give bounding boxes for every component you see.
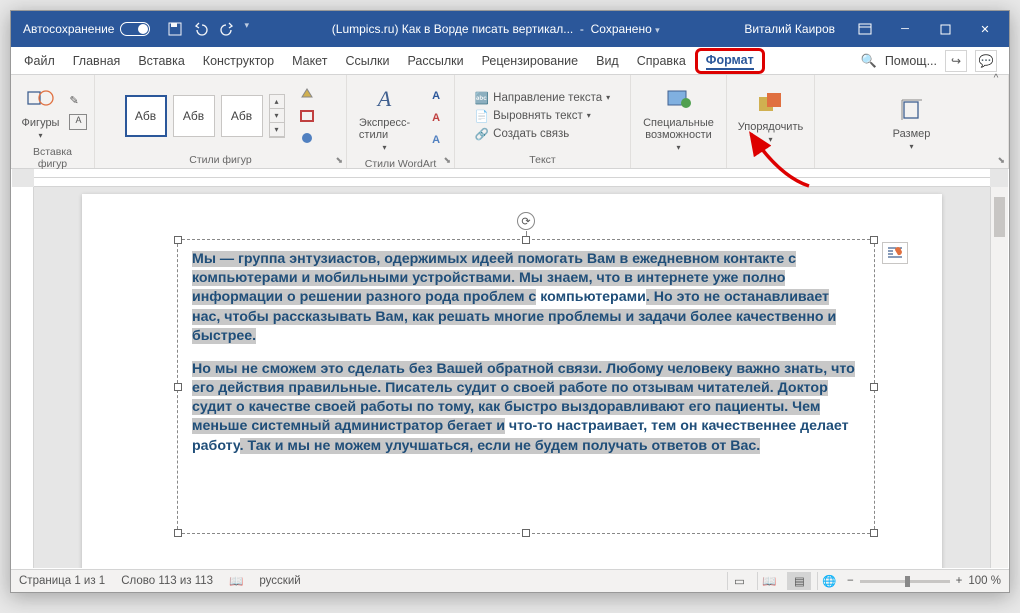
spellcheck-icon[interactable]: 📖: [229, 574, 243, 588]
text-fill-icon[interactable]: A: [426, 87, 446, 105]
size-icon: [896, 94, 928, 126]
tab-review[interactable]: Рецензирование: [473, 49, 588, 73]
group-text-label: Текст: [529, 152, 555, 166]
zoom-level[interactable]: 100 %: [968, 575, 1001, 587]
resize-handle[interactable]: [174, 236, 182, 244]
accessibility-icon: [663, 83, 695, 115]
autosave-label: Автосохранение: [23, 22, 114, 36]
tab-file[interactable]: Файл: [15, 49, 64, 73]
text-box[interactable]: ⟳ Мы — группа энтузиастов, одержимых иде…: [177, 239, 875, 534]
link-icon: 🔗: [475, 127, 489, 141]
page[interactable]: ⟳ Мы — группа энтузиастов, одержимых иде…: [82, 194, 942, 568]
status-bar: Страница 1 из 1 Слово 113 из 113 📖 русск…: [11, 569, 1009, 592]
align-text-icon: 📄: [475, 109, 489, 123]
document-area: ⟳ Мы — группа энтузиастов, одержимых иде…: [12, 169, 1008, 568]
read-mode-icon[interactable]: 📖: [757, 572, 781, 590]
maximize-icon[interactable]: [925, 11, 965, 47]
shape-style-3[interactable]: Абв: [221, 95, 263, 137]
title-bar: Автосохранение ▾ (Lumpics.ru) Как в Ворд…: [11, 11, 1009, 47]
group-wordart-label: Стили WordArt: [365, 156, 436, 170]
comments-icon[interactable]: 💬: [975, 50, 997, 72]
close-icon[interactable]: ✕: [965, 11, 1005, 47]
page-count[interactable]: Страница 1 из 1: [19, 575, 105, 587]
undo-icon[interactable]: [192, 20, 210, 38]
save-icon[interactable]: [166, 20, 184, 38]
dialog-launcher-icon[interactable]: ⬊: [335, 155, 343, 166]
search-icon[interactable]: 🔍: [861, 53, 877, 69]
accessibility-button[interactable]: Специальные возможности ▾: [639, 79, 718, 156]
edit-shape-icon[interactable]: ✎: [69, 94, 87, 110]
shape-style-1[interactable]: Абв: [125, 95, 167, 137]
text-direction-button[interactable]: 🔤Направление текста ▾: [475, 90, 610, 106]
tab-design[interactable]: Конструктор: [194, 49, 283, 73]
textbox-icon[interactable]: A: [69, 114, 87, 130]
resize-handle[interactable]: [174, 383, 182, 391]
dialog-launcher-icon[interactable]: ⬊: [997, 155, 1005, 166]
text-effects-icon[interactable]: A: [426, 131, 446, 149]
align-text-button[interactable]: 📄Выровнять текст ▾: [475, 108, 610, 124]
tab-references[interactable]: Ссылки: [336, 49, 398, 73]
horizontal-ruler[interactable]: [34, 169, 990, 187]
resize-handle[interactable]: [870, 383, 878, 391]
tab-insert[interactable]: Вставка: [129, 49, 193, 73]
user-name[interactable]: Виталий Каиров: [734, 22, 845, 36]
wordart-icon: A: [369, 83, 401, 115]
document-title: (Lumpics.ru) Как в Ворде писать вертикал…: [257, 22, 734, 36]
dialog-launcher-icon[interactable]: ⬊: [443, 155, 451, 166]
resize-handle[interactable]: [522, 529, 530, 537]
zoom-out-icon[interactable]: −: [847, 575, 854, 587]
tab-home[interactable]: Главная: [64, 49, 130, 73]
arrange-icon: [755, 87, 787, 119]
shape-outline-icon[interactable]: [297, 107, 317, 125]
redo-icon[interactable]: [218, 20, 236, 38]
minimize-icon[interactable]: ─: [885, 11, 925, 47]
vertical-ruler[interactable]: [12, 187, 34, 568]
tab-layout[interactable]: Макет: [283, 49, 336, 73]
focus-mode-icon[interactable]: ▭: [727, 572, 751, 590]
vertical-scrollbar[interactable]: [990, 187, 1008, 568]
layout-options-icon[interactable]: [882, 242, 908, 264]
ribbon-tabs: Файл Главная Вставка Конструктор Макет С…: [11, 47, 1009, 75]
resize-handle[interactable]: [174, 529, 182, 537]
arrange-button[interactable]: Упорядочить ▾: [734, 83, 807, 148]
shape-style-2[interactable]: Абв: [173, 95, 215, 137]
text-direction-icon: 🔤: [475, 91, 489, 105]
tab-view[interactable]: Вид: [587, 49, 628, 73]
resize-handle[interactable]: [870, 236, 878, 244]
ribbon: Фигуры ▾ ✎ A Вставка фигур Абв Абв Абв ▴…: [11, 75, 1009, 169]
group-insert-shapes-label: Вставка фигур: [21, 144, 84, 170]
autosave-toggle[interactable]: Автосохранение: [15, 22, 158, 36]
zoom-in-icon[interactable]: +: [956, 575, 963, 587]
size-button[interactable]: Размер ▾: [889, 90, 935, 155]
ribbon-display-icon[interactable]: [845, 11, 885, 47]
print-layout-icon[interactable]: ▤: [787, 572, 811, 590]
style-gallery-more[interactable]: ▴▾▾: [269, 94, 285, 138]
toggle-switch[interactable]: [120, 22, 150, 36]
tab-help[interactable]: Справка: [628, 49, 695, 73]
share-icon[interactable]: ↪: [945, 50, 967, 72]
rotate-handle[interactable]: ⟳: [517, 212, 535, 230]
wordart-styles-button[interactable]: A Экспресс-стили ▾: [355, 79, 414, 156]
shape-effects-icon[interactable]: [297, 129, 317, 147]
shape-fill-icon[interactable]: [297, 85, 317, 103]
tab-format[interactable]: Формат: [695, 48, 765, 74]
help-label[interactable]: Помощ...: [885, 54, 937, 68]
web-layout-icon[interactable]: 🌐: [817, 572, 841, 590]
shapes-button[interactable]: Фигуры ▾: [18, 79, 64, 144]
resize-handle[interactable]: [522, 236, 530, 244]
text-content[interactable]: Мы — группа энтузиастов, одержимых идеей…: [178, 240, 874, 480]
shapes-icon: [25, 83, 57, 115]
language[interactable]: русский: [259, 575, 300, 587]
tab-mailings[interactable]: Рассылки: [398, 49, 472, 73]
zoom-slider[interactable]: [860, 580, 950, 583]
collapse-ribbon-icon[interactable]: ^: [986, 73, 1006, 85]
group-shape-styles-label: Стили фигур: [189, 152, 251, 166]
word-count[interactable]: Слово 113 из 113: [121, 575, 213, 587]
resize-handle[interactable]: [870, 529, 878, 537]
create-link-button[interactable]: 🔗Создать связь: [475, 126, 610, 142]
text-outline-icon[interactable]: A: [426, 109, 446, 127]
